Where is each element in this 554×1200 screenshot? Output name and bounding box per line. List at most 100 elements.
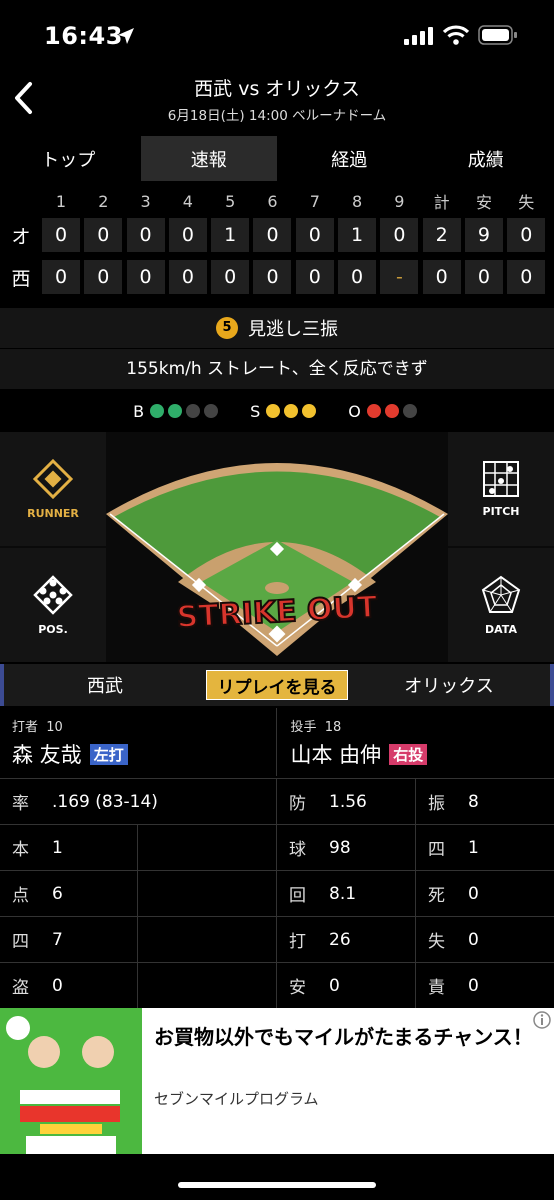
stat-key: 責 xyxy=(428,978,445,998)
score-cell: 0 xyxy=(42,260,80,294)
away-team-name[interactable]: オリックス xyxy=(348,672,550,698)
batter-role-label: 打者 xyxy=(12,720,39,735)
ball-dot xyxy=(168,404,183,418)
batter-stat: 点6 xyxy=(0,871,138,916)
score-cell: 0 xyxy=(126,218,165,252)
total-header: 計 xyxy=(433,193,450,212)
pitcher-info[interactable]: 投手 18 山本 由伸 右投 xyxy=(277,708,554,776)
stat-value: 1.56 xyxy=(329,791,367,812)
batter-stat: 率 .169 (83-14) xyxy=(0,779,277,824)
ad-headline[interactable]: お買物以外でもマイルがたまるチャンス！ xyxy=(154,1022,538,1052)
score-row-away: オ 0 0 0 0 1 0 0 1 0 2 9 0 xyxy=(0,216,554,254)
ad-illustration xyxy=(0,1008,142,1154)
team-abbrev: オ xyxy=(11,225,31,248)
play-result-text: 見逃し三振 xyxy=(248,319,338,340)
scoreboard-header: 1 2 3 4 5 6 7 8 9 計 安 失 xyxy=(0,186,554,216)
runner-button[interactable]: RUNNER xyxy=(0,432,106,546)
data-button[interactable]: DATA xyxy=(448,548,554,662)
batter-number: 10 xyxy=(46,720,63,735)
stat-value: 1 xyxy=(468,837,479,858)
inning-header: 3 xyxy=(140,191,151,211)
tab-progress[interactable]: 経過 xyxy=(281,136,418,181)
stat-value: 0 xyxy=(52,975,63,996)
pitcher-name: 山本 由伸 xyxy=(290,743,382,767)
position-button[interactable]: POS. xyxy=(0,548,106,662)
batter-stat: 四7 xyxy=(0,917,138,962)
stat-key: 回 xyxy=(289,886,306,906)
score-cell: 1 xyxy=(211,218,250,252)
positions-icon xyxy=(33,574,73,615)
stat-key: 死 xyxy=(428,886,445,906)
batter-info[interactable]: 打者 10 森 友哉 左打 xyxy=(0,708,277,776)
cellular-signal-icon xyxy=(404,27,433,45)
ball-label: B xyxy=(133,401,145,421)
tab-live[interactable]: 速報 xyxy=(140,136,277,181)
stat-value: 0 xyxy=(468,883,479,904)
score-cell: 0 xyxy=(168,260,207,294)
ad-image[interactable] xyxy=(0,1008,142,1154)
stat-value: 0 xyxy=(468,929,479,950)
hits-cell: 9 xyxy=(464,218,503,252)
scoreboard: 1 2 3 4 5 6 7 8 9 計 安 失 オ 0 0 0 0 1 0 0 … xyxy=(0,186,554,300)
ball-dot xyxy=(204,404,219,418)
stats-row: 率 .169 (83-14) 防 1.56 振8 xyxy=(0,778,554,824)
inning-header: 8 xyxy=(351,191,363,211)
tab-bar: トップ 速報 経過 成績 xyxy=(0,136,554,181)
total-cell: 2 xyxy=(422,218,461,252)
pitcher-role-label: 投手 xyxy=(290,720,317,735)
matchup-panel: 打者 10 森 友哉 左打 投手 18 山本 由伸 右投 xyxy=(0,708,554,776)
pitcher-stat: 打 26 xyxy=(277,917,416,962)
batter-role: 打者 10 xyxy=(12,716,264,735)
stat-value: 8.1 xyxy=(329,883,357,904)
inning-header: 6 xyxy=(267,191,278,211)
ball-count: B xyxy=(133,402,222,421)
score-cell: 0 xyxy=(380,218,419,252)
out-dot xyxy=(402,404,417,418)
out-count: O xyxy=(348,402,421,421)
stat-key: 盗 xyxy=(12,978,29,998)
inning-header: 7 xyxy=(309,191,320,211)
pitcher-stat: 球 98 xyxy=(277,825,416,870)
score-cell: 0 xyxy=(42,218,80,252)
pitcher-number: 18 xyxy=(324,720,342,735)
score-row-home: 西 0 0 0 0 0 0 0 0 - 0 0 0 xyxy=(0,258,554,296)
stat-value: 7 xyxy=(52,929,63,950)
score-cell: 0 xyxy=(211,260,250,294)
score-cell: 0 xyxy=(84,260,123,294)
replay-button[interactable]: リプレイを見る xyxy=(206,670,348,700)
team-bar: 西武 リプレイを見る オリックス xyxy=(0,664,554,706)
inning-header: 9 xyxy=(394,191,405,211)
tab-stats[interactable]: 成績 xyxy=(418,136,554,181)
play-result: 5 見逃し三振 xyxy=(0,308,554,348)
ad-banner[interactable]: お買物以外でもマイルがたまるチャンス！ セブンマイルプログラム xyxy=(0,1008,554,1154)
strike-dot xyxy=(284,404,299,418)
stat-key: 点 xyxy=(12,886,29,906)
pitch-grid-icon xyxy=(483,460,519,497)
page-title: 西武 vs オリックス xyxy=(194,78,360,100)
score-cell: 0 xyxy=(338,260,377,294)
wifi-icon xyxy=(442,25,470,45)
runner-label: RUNNER xyxy=(27,506,79,520)
pitcher-stat: 防 1.56 xyxy=(277,779,416,824)
score-cell: 0 xyxy=(253,218,292,252)
inning-header: 2 xyxy=(98,191,109,211)
pitcher-stat: 失0 xyxy=(416,917,554,962)
score-cell: 1 xyxy=(338,218,377,252)
hits-header: 安 xyxy=(475,193,492,212)
score-cell: 0 xyxy=(295,260,334,294)
play-description: 155km/h ストレート、全く反応できず xyxy=(0,349,554,389)
pitch-label: PITCH xyxy=(482,504,520,518)
pitcher-stat: 回 8.1 xyxy=(277,871,416,916)
pitch-button[interactable]: PITCH xyxy=(448,432,554,546)
battery-icon xyxy=(478,25,517,45)
tab-top[interactable]: トップ xyxy=(0,136,137,181)
ad-info-icon[interactable] xyxy=(532,1010,552,1030)
ball-dot xyxy=(186,404,201,418)
clock: 16:43 xyxy=(44,22,123,50)
ball-strike-out-count: B S O xyxy=(0,398,554,424)
empty-cell xyxy=(138,825,277,870)
errors-cell: 0 xyxy=(507,218,546,252)
home-team-name[interactable]: 西武 xyxy=(4,672,206,698)
pitcher-stat: 四1 xyxy=(416,825,554,870)
stat-key: 失 xyxy=(428,932,445,952)
